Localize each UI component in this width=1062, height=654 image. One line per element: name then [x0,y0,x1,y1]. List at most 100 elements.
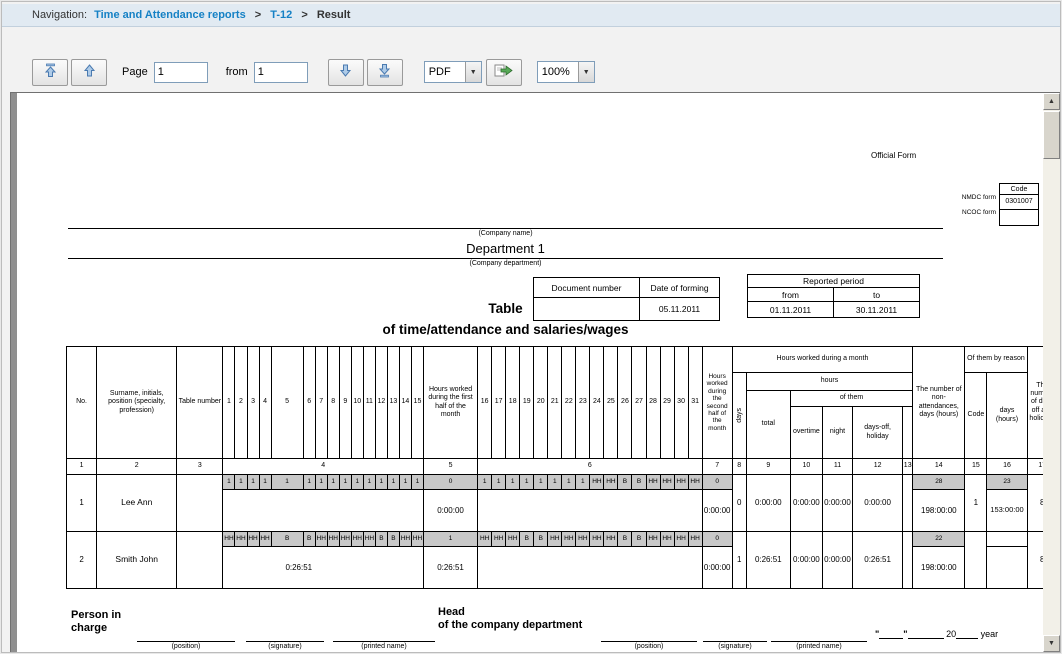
company-name-line [68,221,943,229]
day-header: 17 [492,347,506,459]
day-code-cell: HH [363,532,375,547]
attendance-table: No. Surname, initials, position (special… [66,346,1047,589]
scrollbar-thumb[interactable] [1043,111,1060,159]
day-header: 28 [646,347,660,459]
day-header: 12 [375,347,387,459]
day-header: 2 [235,347,247,459]
zoom-select-value: 100% [538,66,578,78]
day-code-cell: HH [315,532,327,547]
header-first-half-hours: Hours worked during the first half of th… [423,347,477,459]
col-number: 12 [853,459,903,475]
nonatt-days-cell: 22 [913,532,965,547]
header-reason-days: days (hours) [987,373,1027,459]
half2-hours-cell: 0:00:00 [702,490,732,532]
signature-line [333,641,435,642]
person-in-charge-label: Person in charge [71,609,137,634]
next-page-button[interactable] [328,59,364,86]
department-block: Department 1 (Company department) [68,241,943,267]
day-code-cell: 1 [411,475,423,490]
total-cell: 0:00:00 [746,475,790,532]
day-header: 11 [363,347,375,459]
day-code-cell: HH [688,475,702,490]
reason-code-cell [965,532,987,589]
prev-page-button[interactable] [71,59,107,86]
day-code-cell: 1 [399,475,411,490]
day-code-cell: HH [674,532,688,547]
day-code-cell: HH [478,532,492,547]
col-number: 2 [97,459,177,475]
col-number: 1 [67,459,97,475]
header-name: Surname, initials, position (specialty, … [97,347,177,459]
header-no: No. [67,347,97,459]
day-header: 30 [674,347,688,459]
daysoff-hours-cell: 0:26:51 [853,532,903,589]
zoom-select[interactable]: 100% ▼ [537,61,595,83]
day-code-cell: B [618,475,632,490]
day-code-cell: B [534,532,548,547]
scroll-down-icon[interactable]: ▼ [1043,635,1060,652]
col-number: 5 [423,459,477,475]
employee-row-strip: 2 Smith John HH HH HH HH B B HH HH HH HH… [67,532,1048,547]
day-code-cell: 1 [259,475,271,490]
header-days-off-holiday: days-off, holiday [853,407,903,459]
code-box-labels: NMDC form NCOC form [947,183,999,226]
code-box: NMDC form NCOC form Code 0301007 [947,183,1039,226]
page-count-input[interactable] [254,62,308,83]
day-code-cell: 1 [327,475,339,490]
signature-caption: (signature) [703,643,767,650]
first-page-button[interactable] [32,59,68,86]
day-header: 22 [562,347,576,459]
day-header: 7 [315,347,327,459]
scroll-up-icon[interactable]: ▲ [1043,93,1060,110]
report-title: Table of time/attendance and salaries/wa… [68,301,943,337]
header-second-half-hours: Hours worked during the second half of t… [702,347,732,459]
day-code-cell: HH [223,532,235,547]
day-code-cell: HH [604,532,618,547]
day-code-cell: 1 [562,475,576,490]
total-cell: 0:26:51 [746,532,790,589]
col-number: 9 [746,459,790,475]
day-header: 3 [247,347,259,459]
header-month-hours: Hours worked during a month [732,347,913,373]
col-number: 14 [913,459,965,475]
day-code-cell: 1 [387,475,399,490]
company-name-caption: (Company name) [68,229,943,237]
day-code-cell: 1 [247,475,259,490]
day-code-cell: HH [576,532,590,547]
day-code-cell: B [632,532,646,547]
day-header: 19 [520,347,534,459]
nav-link-t12[interactable]: T-12 [270,9,292,21]
table-number-cell [177,475,223,532]
day-code-cell: HH [646,475,660,490]
col13-cell [903,475,913,532]
arrow-down-icon [338,63,353,81]
reason-days-cell: 23 [987,475,1027,490]
day-code-cell: 1 [315,475,327,490]
day-code-cell: HH [548,532,562,547]
chevron-down-icon: ▼ [578,62,594,82]
col-number: 3 [177,459,223,475]
nonatt-days-cell: 28 [913,475,965,490]
days-cell: 1 [732,532,746,589]
header-days: days [732,373,746,459]
day-code-cell: HH [590,475,604,490]
day-code-cell: B [303,532,315,547]
half1-hours-cell: 0:00:00 [423,490,477,532]
signature-line [137,641,235,642]
page-input[interactable] [154,62,208,83]
day-code-cell: HH [660,532,674,547]
day-hours-area [478,547,703,589]
nav-link-reports[interactable]: Time and Attendance reports [94,9,246,21]
header-code: Code [965,373,987,459]
last-page-button[interactable] [367,59,403,86]
head-of-department-label: Head of the company department [438,606,668,631]
format-select[interactable]: PDF ▼ [424,61,482,83]
reported-period-title: Reported period [748,275,920,288]
vertical-scrollbar[interactable]: ▲ ▼ [1043,93,1060,652]
day-hours-area [223,490,424,532]
day-code-cell: 1 [548,475,562,490]
column-number-row: 1 2 3 4 5 6 7 8 9 10 11 12 13 14 15 16 1 [67,459,1048,475]
header-non-attendances: The number of non-attendances, days (hou… [913,347,965,459]
export-button[interactable] [486,59,522,86]
reason-hours-cell: 153:00:00 [987,490,1027,532]
